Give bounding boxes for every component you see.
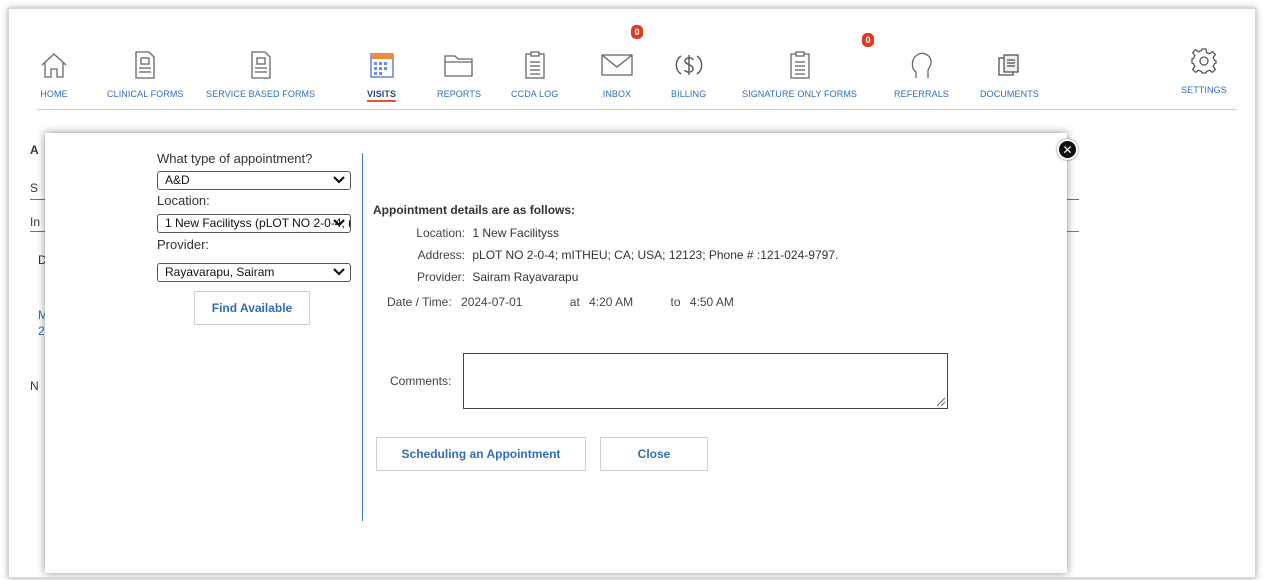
envelope-icon bbox=[600, 47, 634, 83]
comments-label: Comments: bbox=[390, 374, 452, 388]
folder-icon bbox=[443, 47, 475, 83]
detail-location-row: Location: 1 New Facilityss bbox=[373, 226, 559, 240]
location-label: Location: bbox=[157, 193, 210, 208]
to-label: to bbox=[670, 295, 681, 309]
nav-ccda-log-label: CCDA LOG bbox=[511, 89, 559, 99]
start-time: 4:20 AM bbox=[589, 295, 634, 309]
nav-signature-only-forms-label: SIGNATURE ONLY FORMS bbox=[742, 89, 858, 99]
head-icon bbox=[908, 47, 934, 83]
nav-clinical-forms-label: CLINICAL FORMS bbox=[107, 89, 184, 99]
inbox-badge: 0 bbox=[631, 25, 643, 39]
documents-icon bbox=[996, 47, 1022, 83]
end-time: 4:50 AM bbox=[689, 295, 734, 309]
chevron-down-icon bbox=[333, 268, 345, 276]
bg-link[interactable]: 2 bbox=[38, 324, 45, 338]
document-icon bbox=[250, 47, 272, 83]
find-available-button[interactable]: Find Available bbox=[194, 291, 310, 325]
close-icon[interactable]: ✕ bbox=[1057, 139, 1078, 160]
details-title: Appointment details are as follows: bbox=[373, 203, 576, 217]
gear-icon bbox=[1190, 43, 1218, 79]
nav-documents-label: DOCUMENTS bbox=[980, 89, 1039, 99]
top-navigation: HOME CLINICAL FORMS SERVICE BASED FORMS … bbox=[9, 9, 1255, 110]
nav-signature-only-forms[interactable]: SIGNATURE ONLY FORMS bbox=[742, 47, 857, 99]
nav-billing-label: BILLING bbox=[671, 89, 707, 99]
bg-fragment: N bbox=[30, 379, 39, 393]
detail-provider-value: Sairam Rayavarapu bbox=[472, 270, 579, 284]
at-label: at bbox=[569, 295, 580, 309]
nav-referrals[interactable]: REFERRALS bbox=[894, 47, 949, 99]
nav-inbox-label: INBOX bbox=[602, 89, 632, 99]
appointment-type-value: A&D bbox=[165, 173, 190, 187]
nav-service-based-forms-label: SERVICE BASED FORMS bbox=[206, 89, 316, 99]
calendar-icon bbox=[369, 47, 395, 83]
comments-textarea[interactable] bbox=[463, 353, 948, 409]
bg-rule bbox=[1065, 231, 1079, 232]
nav-clinical-forms[interactable]: CLINICAL FORMS bbox=[107, 47, 184, 99]
detail-provider-row: Provider: Sairam Rayavarapu bbox=[373, 270, 578, 284]
nav-settings-label: SETTINGS bbox=[1181, 85, 1227, 95]
clipboard-icon bbox=[524, 47, 546, 83]
signature-forms-badge: 0 bbox=[862, 33, 874, 47]
detail-address-key: Address: bbox=[417, 248, 465, 262]
nav-divider bbox=[37, 109, 1237, 110]
nav-referrals-label: REFERRALS bbox=[894, 89, 949, 99]
provider-label: Provider: bbox=[157, 237, 210, 252]
provider-value: Rayavarapu, Sairam bbox=[165, 265, 275, 279]
nav-ccda-log[interactable]: CCDA LOG bbox=[511, 47, 558, 99]
app-window: HOME CLINICAL FORMS SERVICE BASED FORMS … bbox=[8, 8, 1256, 578]
chevron-down-icon bbox=[333, 176, 345, 184]
bg-fragment: In bbox=[30, 215, 41, 229]
nav-documents[interactable]: DOCUMENTS bbox=[980, 47, 1039, 99]
nav-visits[interactable]: VISITS bbox=[367, 47, 397, 102]
provider-select[interactable]: Rayavarapu, Sairam bbox=[157, 263, 351, 282]
bg-fragment: A bbox=[30, 143, 39, 157]
nav-inbox[interactable]: INBOX bbox=[600, 47, 634, 99]
detail-datetime-row: Date / Time: 2024-07-01 at 4:20 AM to 4:… bbox=[387, 295, 734, 309]
detail-datetime-key: Date / Time: bbox=[387, 295, 452, 309]
nav-service-based-forms[interactable]: SERVICE BASED FORMS bbox=[206, 47, 315, 99]
nav-home-label: HOME bbox=[40, 89, 68, 99]
home-icon bbox=[39, 47, 69, 83]
location-value: 1 New Facilityss (pLOT NO 2-0-4; mITHEU bbox=[165, 216, 350, 230]
bg-rule bbox=[1065, 199, 1079, 200]
close-button[interactable]: Close bbox=[600, 437, 708, 471]
detail-location-key: Location: bbox=[416, 226, 465, 240]
appointment-date: 2024-07-01 bbox=[461, 295, 523, 309]
bg-fragment: S bbox=[30, 181, 39, 195]
chevron-down-icon bbox=[333, 219, 345, 227]
nav-settings[interactable]: SETTINGS bbox=[1181, 43, 1227, 95]
appointment-type-label: What type of appointment? bbox=[157, 151, 313, 166]
resize-handle-icon[interactable] bbox=[936, 397, 946, 407]
appointment-dialog: What type of appointment? A&D Location: … bbox=[45, 133, 1067, 573]
nav-home[interactable]: HOME bbox=[39, 47, 69, 99]
dollar-icon bbox=[674, 47, 704, 83]
nav-reports-label: REPORTS bbox=[437, 89, 482, 99]
appointment-type-select[interactable]: A&D bbox=[157, 171, 351, 190]
detail-address-value: pLOT NO 2-0-4; mITHEU; CA; USA; 12123; P… bbox=[472, 248, 839, 262]
panel-divider bbox=[362, 153, 363, 521]
nav-visits-label: VISITS bbox=[367, 89, 397, 102]
nav-billing[interactable]: BILLING bbox=[671, 47, 706, 99]
clipboard-icon bbox=[789, 47, 811, 83]
schedule-appointment-button[interactable]: Scheduling an Appointment bbox=[376, 437, 586, 471]
detail-provider-key: Provider: bbox=[416, 270, 465, 284]
document-icon bbox=[134, 47, 156, 83]
detail-address-row: Address: pLOT NO 2-0-4; mITHEU; CA; USA;… bbox=[373, 248, 839, 262]
nav-reports[interactable]: REPORTS bbox=[437, 47, 481, 99]
location-select[interactable]: 1 New Facilityss (pLOT NO 2-0-4; mITHEU bbox=[157, 214, 351, 233]
detail-location-value: 1 New Facilityss bbox=[472, 226, 560, 240]
